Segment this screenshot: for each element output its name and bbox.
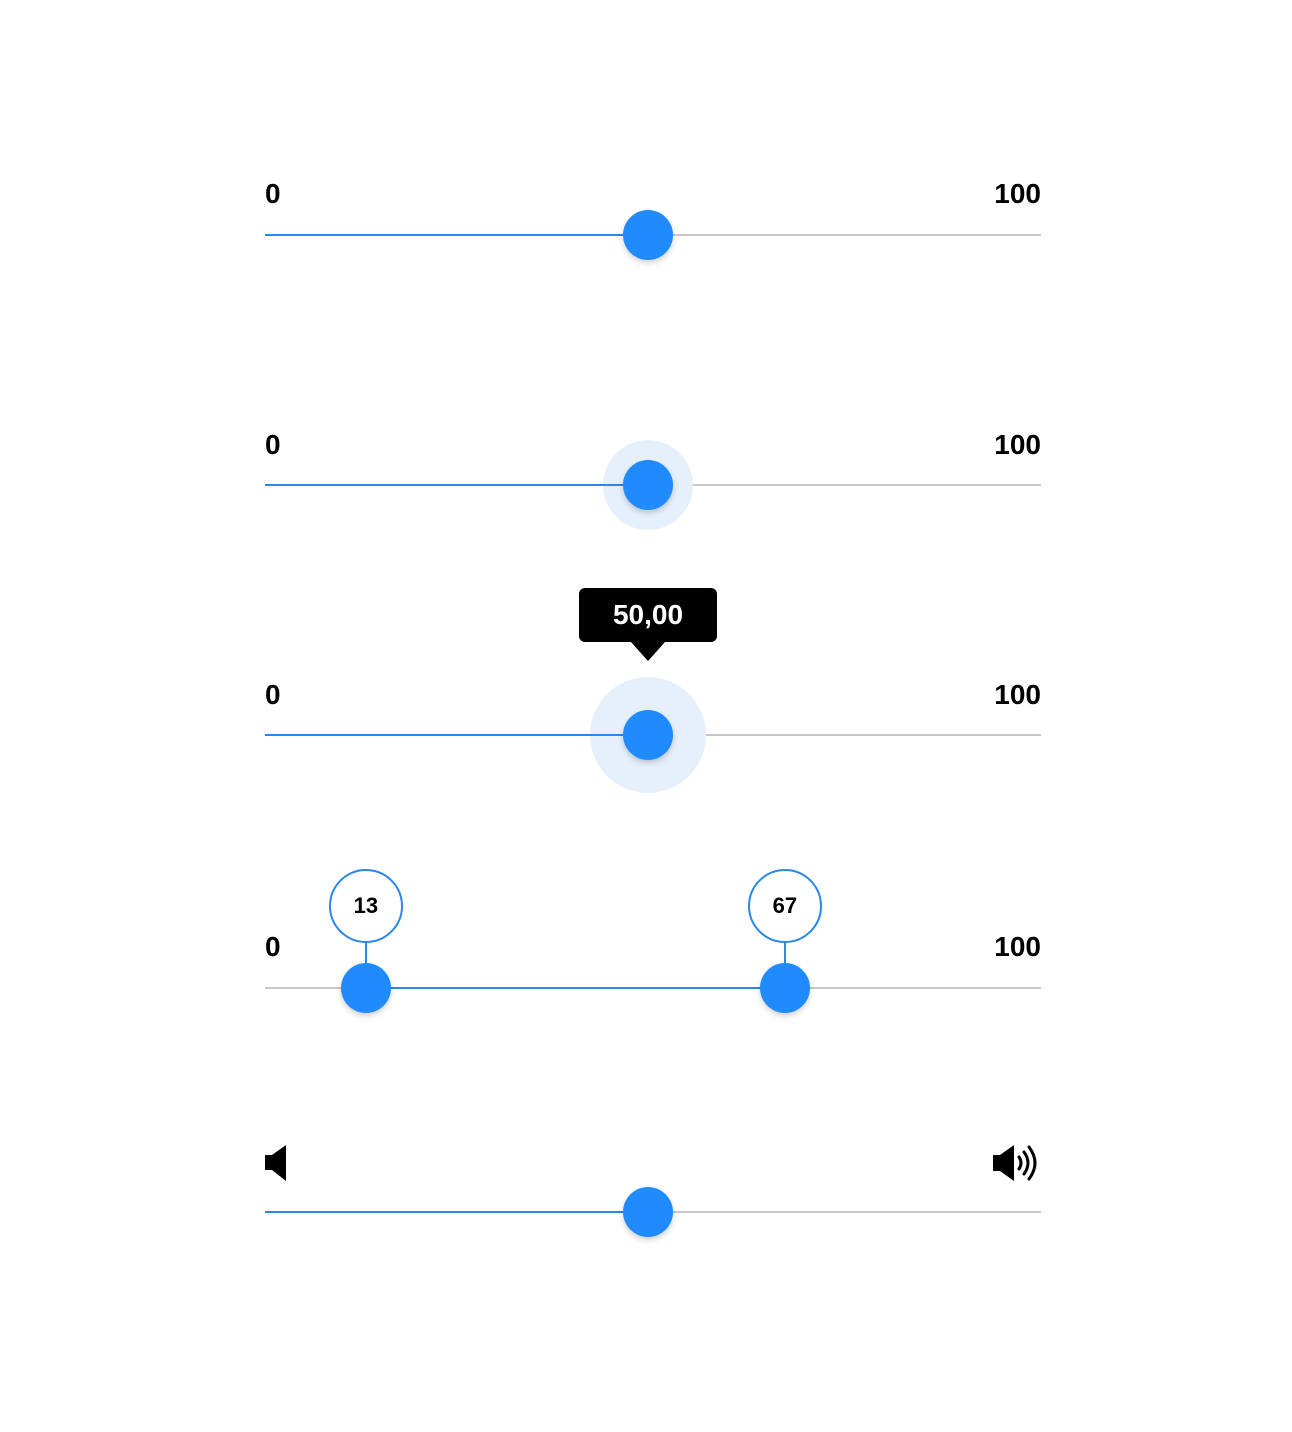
- slider-max-label: 100: [994, 931, 1041, 962]
- value-tooltip-arrow: [631, 642, 665, 661]
- slider-max-label: 100: [994, 178, 1041, 209]
- range-high-thumb[interactable]: [759, 963, 810, 1013]
- range-high-stem: [783, 943, 786, 965]
- range-low-thumb[interactable]: [340, 963, 391, 1013]
- range-high-value-bubble: 67: [747, 869, 822, 943]
- range-low-stem: [364, 943, 367, 965]
- slider-fill: [265, 1211, 649, 1213]
- slider-thumb[interactable]: [623, 1187, 674, 1237]
- slider-min-label: 0: [265, 178, 281, 209]
- slider-max-label: 100: [994, 679, 1041, 710]
- slider-basic[interactable]: 0 100: [265, 175, 1041, 295]
- slider-min-label: 0: [265, 931, 281, 962]
- slider-thumb[interactable]: [623, 460, 674, 510]
- volume-up-icon: [993, 1143, 1041, 1188]
- slider-min-label: 0: [265, 679, 281, 710]
- slider-fill: [265, 234, 649, 236]
- slider-thumb[interactable]: [623, 210, 674, 260]
- slider-hover[interactable]: 0 100: [265, 425, 1041, 545]
- slider-fill: [265, 734, 649, 736]
- slider-range-fill: [365, 987, 785, 989]
- slider-min-label: 0: [265, 429, 281, 460]
- slider-max-label: 100: [994, 429, 1041, 460]
- slider-tooltip[interactable]: 0 100: [265, 675, 1041, 795]
- range-low-value-bubble: 13: [328, 869, 403, 943]
- volume-mute-icon: [265, 1144, 287, 1187]
- slider-volume[interactable]: [265, 1140, 1041, 1260]
- slider-thumb[interactable]: [623, 710, 674, 760]
- value-tooltip: 50,00: [579, 588, 717, 642]
- slider-fill: [265, 484, 649, 486]
